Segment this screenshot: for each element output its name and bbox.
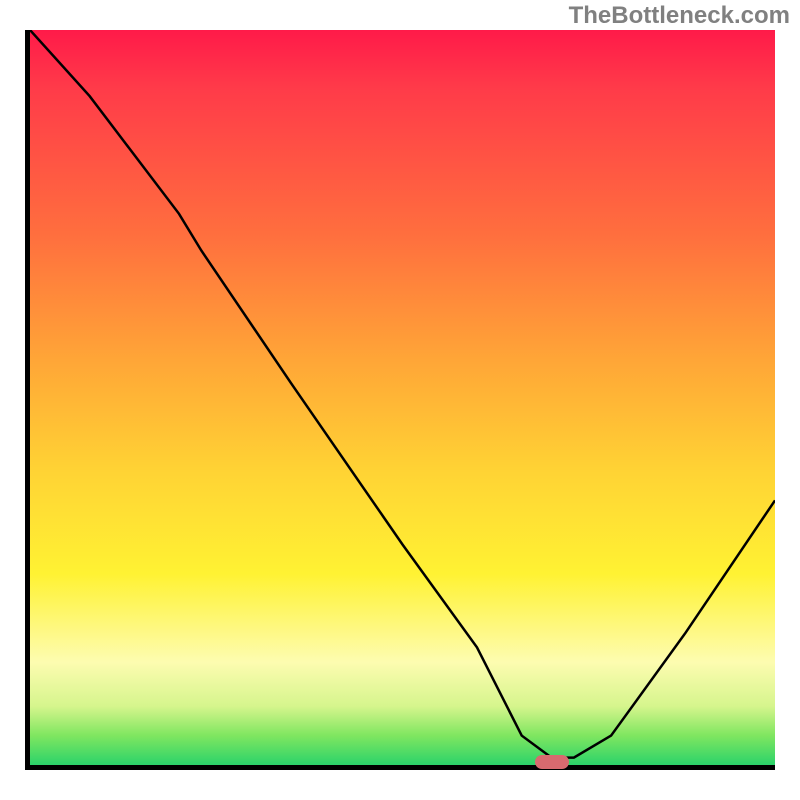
watermark-text: TheBottleneck.com bbox=[569, 2, 790, 30]
bottleneck-curve bbox=[30, 30, 775, 765]
optimum-marker bbox=[535, 755, 569, 769]
chart-container: TheBottleneck.com bbox=[0, 0, 800, 800]
curve-path bbox=[30, 30, 775, 758]
